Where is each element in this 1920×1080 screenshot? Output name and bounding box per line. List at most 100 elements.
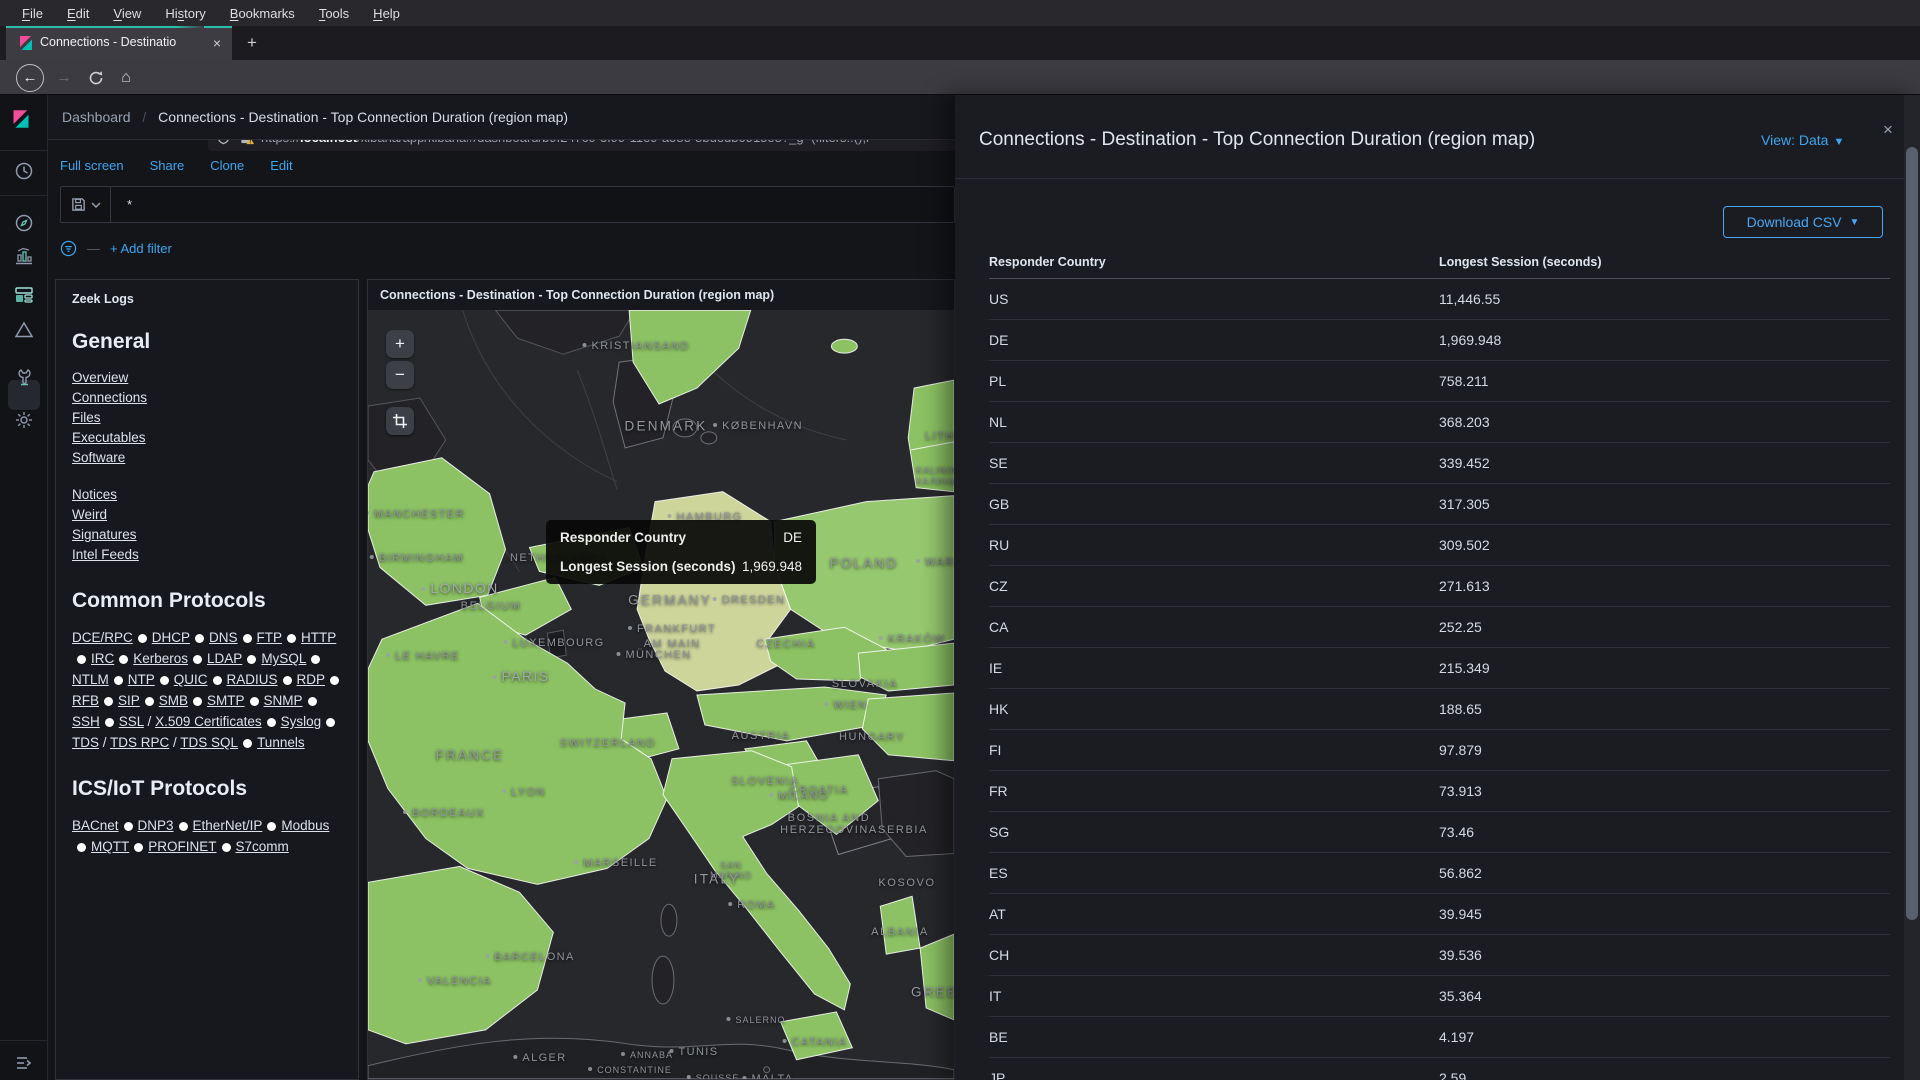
menubar-item-help[interactable]: Help xyxy=(363,3,410,24)
table-row[interactable]: JP 2.59 xyxy=(989,1058,1890,1080)
fit-bounds-button[interactable] xyxy=(386,407,414,435)
menubar-item-bookmarks[interactable]: Bookmarks xyxy=(220,3,305,24)
table-row[interactable]: PL 758.211 xyxy=(989,361,1890,402)
table-row[interactable]: GB 317.305 xyxy=(989,484,1890,525)
alerts-triangle-icon[interactable] xyxy=(14,320,34,340)
zeek-link-profinet[interactable]: PROFINET xyxy=(148,839,216,854)
zeek-link-syslog[interactable]: Syslog xyxy=(281,714,322,729)
table-row[interactable]: AT 39.945 xyxy=(989,894,1890,935)
action-edit[interactable]: Edit xyxy=(270,158,292,173)
view-selector[interactable]: View: Data ▼ xyxy=(1761,132,1844,148)
zeek-link-smtp[interactable]: SMTP xyxy=(207,693,245,708)
menubar-item-edit[interactable]: Edit xyxy=(57,3,99,24)
table-row[interactable]: SE 339.452 xyxy=(989,443,1890,484)
gotland[interactable] xyxy=(830,338,858,354)
zeek-link-intel-feeds[interactable]: Intel Feeds xyxy=(72,547,139,562)
query-bar[interactable]: * xyxy=(60,186,955,223)
zeek-link-mysql[interactable]: MySQL xyxy=(261,651,306,666)
zeek-link-x-509-certificates[interactable]: X.509 Certificates xyxy=(155,714,262,729)
back-button[interactable]: ← xyxy=(14,60,46,95)
zeek-link-kerberos[interactable]: Kerberos xyxy=(133,651,188,666)
zeek-link-ntlm[interactable]: NTLM xyxy=(72,672,109,687)
zeek-link-rdp[interactable]: RDP xyxy=(297,672,326,687)
country-greece[interactable] xyxy=(919,933,954,1021)
table-row[interactable]: NL 368.203 xyxy=(989,402,1890,443)
region-map[interactable]: KRISTIANSAND DENMARK KØBENHAVN LITHUANIA KAL… xyxy=(368,310,954,1079)
zoom-out-button[interactable]: − xyxy=(386,361,414,389)
zeek-link-mqtt[interactable]: MQTT xyxy=(91,839,129,854)
saved-query-button[interactable] xyxy=(61,187,111,222)
tab-close-icon[interactable]: × xyxy=(208,34,226,52)
zeek-link-ftp[interactable]: FTP xyxy=(257,630,283,645)
close-icon[interactable]: × xyxy=(1877,119,1899,141)
zeek-link-radius[interactable]: RADIUS xyxy=(227,672,278,687)
table-row[interactable]: CZ 271.613 xyxy=(989,566,1890,607)
table-row[interactable]: BE 4.197 xyxy=(989,1017,1890,1058)
zeek-link-files[interactable]: Files xyxy=(72,410,101,425)
download-csv-button[interactable]: Download CSV ▼ xyxy=(1723,206,1883,238)
zeek-link-software[interactable]: Software xyxy=(72,450,125,465)
browser-tab[interactable]: Connections - Destinatio × xyxy=(6,26,232,60)
action-share[interactable]: Share xyxy=(150,158,185,173)
filter-icon[interactable] xyxy=(60,240,77,257)
discover-compass-icon[interactable] xyxy=(14,213,34,233)
kibana-logo[interactable] xyxy=(11,109,31,129)
zeek-link-ntp[interactable]: NTP xyxy=(128,672,155,687)
new-tab-button[interactable]: + xyxy=(240,31,264,55)
country-hungary[interactable] xyxy=(861,692,954,762)
column-header-country[interactable]: Responder Country xyxy=(989,255,1439,269)
menubar-item-tools[interactable]: Tools xyxy=(309,3,359,24)
zeek-link-dhcp[interactable]: DHCP xyxy=(152,630,190,645)
zeek-link-signatures[interactable]: Signatures xyxy=(72,527,137,542)
zeek-link-executables[interactable]: Executables xyxy=(72,430,146,445)
zeek-link-overview[interactable]: Overview xyxy=(72,370,128,385)
zeek-link-http[interactable]: HTTP xyxy=(301,630,336,645)
home-button[interactable]: ⌂ xyxy=(112,60,140,95)
zeek-link-ethernet-ip[interactable]: EtherNet/IP xyxy=(193,818,263,833)
table-row[interactable]: US 11,446.55 xyxy=(989,279,1890,320)
zeek-link-ssh[interactable]: SSH xyxy=(72,714,100,729)
add-filter-button[interactable]: + Add filter xyxy=(110,241,172,256)
country-serbia[interactable] xyxy=(877,770,954,857)
zeek-link-tds[interactable]: TDS xyxy=(72,735,99,750)
action-full-screen[interactable]: Full screen xyxy=(60,158,124,173)
zeek-link-notices[interactable]: Notices xyxy=(72,487,117,502)
query-input[interactable]: * xyxy=(127,197,132,212)
breadcrumb-dashboard[interactable]: Dashboard xyxy=(62,109,131,125)
zeek-link-modbus[interactable]: Modbus xyxy=(281,818,329,833)
zeek-link-irc[interactable]: IRC xyxy=(91,651,114,666)
zeek-link-dnp3[interactable]: DNP3 xyxy=(138,818,174,833)
zeek-link-connections[interactable]: Connections xyxy=(72,390,147,405)
scrollbar[interactable] xyxy=(1904,95,1920,1080)
collapse-nav-icon[interactable] xyxy=(14,1053,34,1073)
table-row[interactable]: RU 309.502 xyxy=(989,525,1890,566)
zeek-link-tunnels[interactable]: Tunnels xyxy=(257,735,305,750)
table-row[interactable]: DE 1,969.948 xyxy=(989,320,1890,361)
forward-button[interactable]: → xyxy=(50,60,78,95)
zeek-link-ssl[interactable]: SSL xyxy=(119,714,144,729)
zeek-link-sip[interactable]: SIP xyxy=(118,693,140,708)
zoom-in-button[interactable]: + xyxy=(386,330,414,358)
table-row[interactable]: FI 97.879 xyxy=(989,730,1890,771)
reload-button[interactable] xyxy=(82,60,110,95)
scrollbar-thumb[interactable] xyxy=(1906,147,1918,920)
action-clone[interactable]: Clone xyxy=(210,158,244,173)
zeek-link-dns[interactable]: DNS xyxy=(209,630,238,645)
table-row[interactable]: SG 73.46 xyxy=(989,812,1890,853)
table-row[interactable]: FR 73.913 xyxy=(989,771,1890,812)
zeek-link-tds-rpc[interactable]: TDS RPC xyxy=(110,735,169,750)
table-row[interactable]: CH 39.536 xyxy=(989,935,1890,976)
zeek-link-ldap[interactable]: LDAP xyxy=(207,651,242,666)
zeek-link-bacnet[interactable]: BACnet xyxy=(72,818,119,833)
zeek-link-quic[interactable]: QUIC xyxy=(174,672,208,687)
zeek-link-snmp[interactable]: SNMP xyxy=(264,693,303,708)
column-header-duration[interactable]: Longest Session (seconds) xyxy=(1439,255,1890,269)
menubar-item-file[interactable]: File xyxy=(12,3,53,24)
zeek-link-s7comm[interactable]: S7comm xyxy=(236,839,289,854)
zeek-link-weird[interactable]: Weird xyxy=(72,507,107,522)
zeek-link-rfb[interactable]: RFB xyxy=(72,693,99,708)
tools-wrench-icon[interactable] xyxy=(14,367,34,387)
menubar-item-history[interactable]: History xyxy=(155,3,215,24)
dashboard-icon[interactable] xyxy=(14,285,34,305)
visualize-chart-icon[interactable] xyxy=(14,246,34,266)
